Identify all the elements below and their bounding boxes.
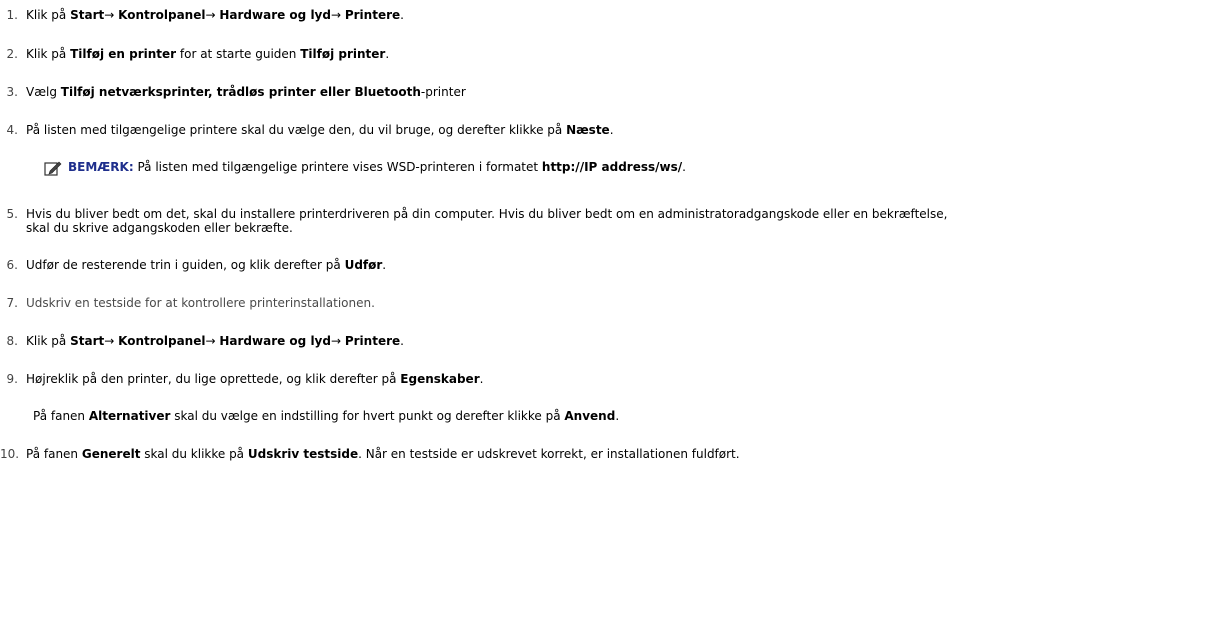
bold-text-segment: Hardware og lyd [219, 334, 331, 348]
text-segment: På fanen [33, 409, 89, 423]
step-number: 8. [6, 334, 18, 348]
bold-text-segment: Hardware og lyd [219, 8, 331, 22]
step-number: 7. [6, 296, 18, 310]
text-segment: -printer [420, 85, 466, 99]
text-segment: På fanen [26, 447, 82, 461]
step-9-detail-text: På fanen Alternativer skal du vælge en i… [33, 409, 619, 424]
bold-text-segment: Næste [566, 123, 610, 137]
text-segment: . [382, 258, 387, 272]
text-segment: Klik på [26, 47, 71, 61]
text-segment: Hvis du bliver bedt om det, skal du inst… [26, 207, 948, 221]
text-segment: Vælg [26, 85, 61, 99]
bold-text-segment: Printere [344, 334, 401, 348]
bold-text-segment: Generelt [81, 447, 141, 461]
text-segment: Klik på [26, 334, 71, 348]
step-text: Klik på Tilføj en printer for at starte … [26, 47, 389, 62]
text-segment: . [682, 160, 686, 174]
step-text: Klik på Start→ Kontrolpanel→ Hardware og… [26, 8, 404, 23]
text-segment: → [104, 334, 119, 348]
step-text: På listen med tilgængelige printere skal… [26, 123, 614, 138]
bold-text-segment: Tilføj printer [300, 47, 386, 61]
text-segment: På listen med tilgængelige printere skal… [26, 123, 567, 137]
text-segment: → [330, 334, 345, 348]
step-number: 4. [6, 123, 18, 137]
step-text: Vælg Tilføj netværksprinter, trådløs pri… [26, 85, 466, 100]
text-segment: . [479, 372, 484, 386]
step-text: Hvis du bliver bedt om det, skal du inst… [26, 207, 947, 222]
step-number: 2. [6, 47, 18, 61]
text-segment: På listen med tilgængelige printere vise… [133, 160, 542, 174]
note-label: BEMÆRK: [68, 160, 134, 174]
step-text-continuation: skal du skrive adgangskoden eller bekræf… [26, 221, 293, 235]
bold-text-segment: Tilføj en printer [70, 47, 177, 61]
step-text: Udskriv en testside for at kontrollere p… [26, 296, 375, 311]
step-number: 10. [0, 447, 20, 461]
bold-text-segment: Start [70, 334, 105, 348]
text-segment: . [400, 8, 404, 22]
note-body: På listen med tilgængelige printere vise… [134, 160, 686, 174]
text-segment: → [205, 8, 220, 22]
step-number: 1. [6, 8, 18, 22]
text-segment: Udfør de resterende trin i guiden, og kl… [26, 258, 345, 272]
bold-text-segment: Kontrolpanel [118, 8, 206, 22]
text-segment: Udskriv en testside for at kontrollere p… [26, 296, 375, 310]
text-segment: . Når en testside er udskrevet korrekt, … [358, 447, 740, 461]
text-segment: skal du vælge en indstilling for hvert p… [170, 409, 565, 423]
step-text: Klik på Start→ Kontrolpanel→ Hardware og… [26, 334, 404, 349]
text-segment: . [609, 123, 614, 137]
text-segment: → [205, 334, 220, 348]
bold-text-segment: Egenskaber [400, 372, 480, 386]
bold-text-segment: Start [70, 8, 105, 22]
bold-text-segment: Kontrolpanel [118, 334, 206, 348]
bold-text-segment: Udskriv testside [247, 447, 359, 461]
bold-text-segment: Tilføj netværksprinter, trådløs printer … [60, 85, 421, 99]
bold-text-segment: Udfør [344, 258, 383, 272]
pencil-note-icon [44, 160, 62, 176]
step-text: Udfør de resterende trin i guiden, og kl… [26, 258, 386, 273]
instruction-document: 1. Klik på Start→ Kontrolpanel→ Hardware… [0, 0, 1206, 617]
text-segment: Højreklik på den printer, du lige oprett… [26, 372, 401, 386]
note-text: BEMÆRK: På listen med tilgængelige print… [68, 160, 686, 175]
bold-text-segment: Anvend [564, 409, 616, 423]
bold-text-segment: Alternativer [88, 409, 171, 423]
text-segment: . [400, 334, 404, 348]
step-text: På fanen Generelt skal du klikke på Udsk… [26, 447, 740, 462]
text-segment: → [330, 8, 345, 22]
bold-text-segment: http://IP address/ws/ [541, 160, 683, 174]
step-text: Højreklik på den printer, du lige oprett… [26, 372, 483, 387]
text-segment: . [385, 47, 390, 61]
text-segment: Klik på [26, 8, 71, 22]
step-number: 6. [6, 258, 18, 272]
text-segment: skal du klikke på [140, 447, 248, 461]
text-segment: for at starte guiden [176, 47, 301, 61]
text-segment: . [615, 409, 620, 423]
bold-text-segment: Printere [344, 8, 401, 22]
step-number: 5. [6, 207, 18, 221]
step-number: 9. [6, 372, 18, 386]
step-number: 3. [6, 85, 18, 99]
text-segment: → [104, 8, 119, 22]
